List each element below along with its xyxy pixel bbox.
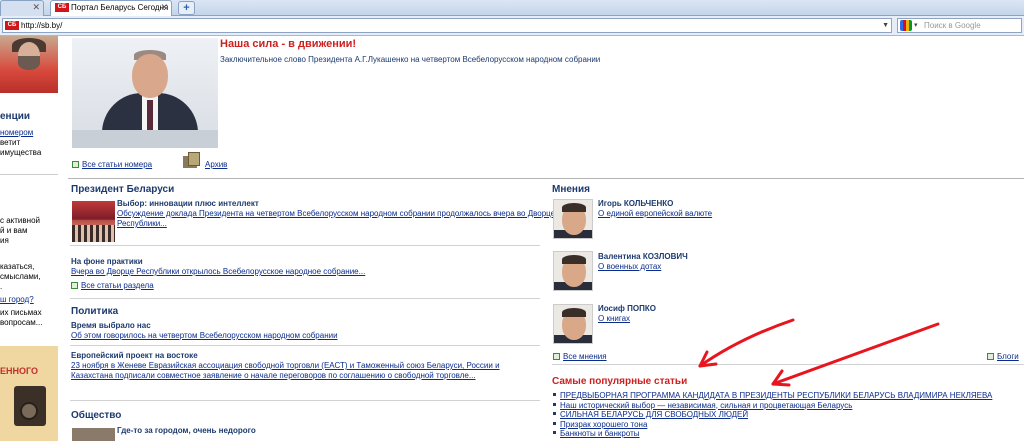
opinion-link[interactable]: О военных дотах	[598, 262, 661, 271]
url-text: http://sb.by/	[21, 21, 63, 30]
section-title-popular: Самые популярные статьи	[552, 376, 688, 387]
site-favicon-icon: СБ	[55, 3, 69, 13]
site-favicon-icon: СБ	[5, 21, 19, 31]
camera-banner[interactable]: ЕННОГО	[0, 346, 58, 441]
navigation-bar: СБ http://sb.by/ ▼ ▾ Поиск в Google	[0, 16, 1024, 36]
article-title[interactable]: Европейский проект на востоке	[71, 351, 198, 360]
article-title[interactable]: Где-то за городом, очень недорого	[117, 426, 256, 435]
society-photo[interactable]	[72, 428, 115, 441]
search-input[interactable]: ▾ Поиск в Google	[897, 18, 1022, 33]
popular-article-link[interactable]: Призрак хорошего тона	[553, 420, 992, 430]
history-dropdown-icon[interactable]: ▼	[882, 19, 889, 32]
bullet-icon	[553, 421, 556, 425]
left-text: имущества	[0, 148, 42, 157]
tab-label: Портал Беларусь Сегодня	[71, 3, 169, 12]
popular-articles-list: ПРЕДВЫБОРНАЯ ПРОГРАММА КАНДИДАТА В ПРЕЗИ…	[553, 391, 992, 439]
article-teaser[interactable]: Об этом говорилось на четвертом Всебелор…	[71, 331, 338, 341]
google-icon	[900, 20, 912, 31]
left-section-heading: енции	[0, 111, 31, 122]
arrow-box-icon	[987, 353, 994, 360]
left-text: смыслами,	[0, 272, 41, 281]
archive-icon[interactable]	[183, 152, 201, 168]
left-text: казаться,	[0, 262, 35, 271]
article-title[interactable]: Время выбрало нас	[71, 321, 151, 330]
left-column: енции номером ветит имущества с активной…	[0, 36, 62, 441]
assembly-photo[interactable]	[72, 201, 115, 242]
left-text: ия	[0, 236, 9, 245]
arrow-box-icon	[71, 282, 78, 289]
section-title-society[interactable]: Общество	[71, 410, 121, 421]
search-engine-dropdown-icon[interactable]: ▾	[914, 19, 918, 32]
browser-tab[interactable]: ✕	[0, 0, 44, 16]
left-text: ветит	[0, 138, 21, 147]
popular-article-link[interactable]: ПРЕДВЫБОРНАЯ ПРОГРАММА КАНДИДАТА В ПРЕЗИ…	[553, 391, 992, 401]
article-title[interactable]: На фоне практики	[71, 257, 143, 266]
bullet-icon	[553, 412, 556, 415]
opinion-author[interactable]: Иосиф ПОПКО	[598, 304, 656, 313]
search-placeholder: Поиск в Google	[924, 21, 981, 30]
author-avatar[interactable]	[553, 251, 593, 291]
all-section-articles-link[interactable]: Все статьи раздела	[71, 281, 154, 290]
browser-tab-active[interactable]: СБ Портал Беларусь Сегодня ✕	[50, 0, 172, 16]
address-bar[interactable]: СБ http://sb.by/ ▼	[2, 18, 892, 33]
left-link[interactable]: ш город?	[0, 295, 34, 304]
left-text: .	[0, 282, 3, 291]
opinion-author[interactable]: Игорь КОЛЬЧЕНКО	[598, 199, 673, 208]
popular-article-link[interactable]: Наш исторический выбор — независимая, си…	[553, 401, 992, 411]
close-tab-icon[interactable]: ✕	[160, 2, 168, 13]
article-teaser[interactable]: 23 ноября в Женеве Евразийская ассоциаци…	[71, 361, 533, 381]
divider	[68, 178, 1024, 179]
web-page: енции номером ветит имущества с активной…	[0, 36, 1024, 441]
divider	[70, 400, 540, 401]
archive-link[interactable]: Архив	[205, 160, 227, 169]
opinion-link[interactable]: О единой европейской валюте	[598, 209, 712, 218]
bullet-icon	[553, 431, 556, 434]
section-title-president[interactable]: Президент Беларуси	[71, 184, 174, 195]
arrow-box-icon	[72, 161, 79, 168]
columnist-photo[interactable]	[0, 36, 58, 93]
divider	[70, 245, 540, 246]
section-title-opinions[interactable]: Мнения	[552, 184, 590, 195]
close-tab-icon[interactable]: ✕	[32, 2, 40, 13]
left-text: с активной	[0, 216, 40, 225]
tab-bar: ✕ СБ Портал Беларусь Сегодня ✕ +	[0, 0, 1024, 16]
section-title-politics[interactable]: Политика	[71, 306, 118, 317]
article-title[interactable]: Выбор: инновации плюс интеллект	[117, 199, 259, 208]
president-photo[interactable]	[72, 38, 218, 148]
divider	[0, 174, 58, 175]
feature-subtitle[interactable]: Заключительное слово Президента А.Г.Лука…	[220, 55, 600, 64]
banner-text: ЕННОГО	[0, 366, 38, 376]
divider	[70, 298, 540, 299]
bullet-icon	[553, 402, 556, 406]
bullet-icon	[553, 393, 556, 396]
all-issue-articles-link[interactable]: Все статьи номера	[72, 160, 152, 169]
divider	[552, 364, 1024, 365]
left-text: й и вам	[0, 226, 28, 235]
feature-headline[interactable]: Наша сила - в движении!	[220, 38, 356, 50]
popular-article-link[interactable]: СИЛЬНАЯ БЕЛАРУСЬ ДЛЯ СВОБОДНЫХ ЛЮДЕЙ	[553, 410, 992, 420]
article-teaser[interactable]: Вчера во Дворце Республики открылось Все…	[71, 267, 365, 277]
opinion-link[interactable]: О книгах	[598, 314, 630, 323]
author-avatar[interactable]	[553, 199, 593, 239]
left-text: вопросам...	[0, 318, 43, 327]
article-teaser[interactable]: Обсуждение доклада Президента на четверт…	[117, 209, 557, 229]
popular-article-link[interactable]: Банкноты и банкроты	[553, 429, 992, 439]
opinion-author[interactable]: Валентина КОЗЛОВИЧ	[598, 252, 688, 261]
left-text: их письмах	[0, 308, 42, 317]
divider	[70, 345, 540, 346]
left-link[interactable]: номером	[0, 128, 33, 137]
new-tab-button[interactable]: +	[178, 1, 195, 15]
arrow-box-icon	[553, 353, 560, 360]
author-avatar[interactable]	[553, 304, 593, 344]
blogs-link[interactable]: Блоги	[987, 352, 1019, 361]
all-opinions-link[interactable]: Все мнения	[553, 352, 607, 361]
